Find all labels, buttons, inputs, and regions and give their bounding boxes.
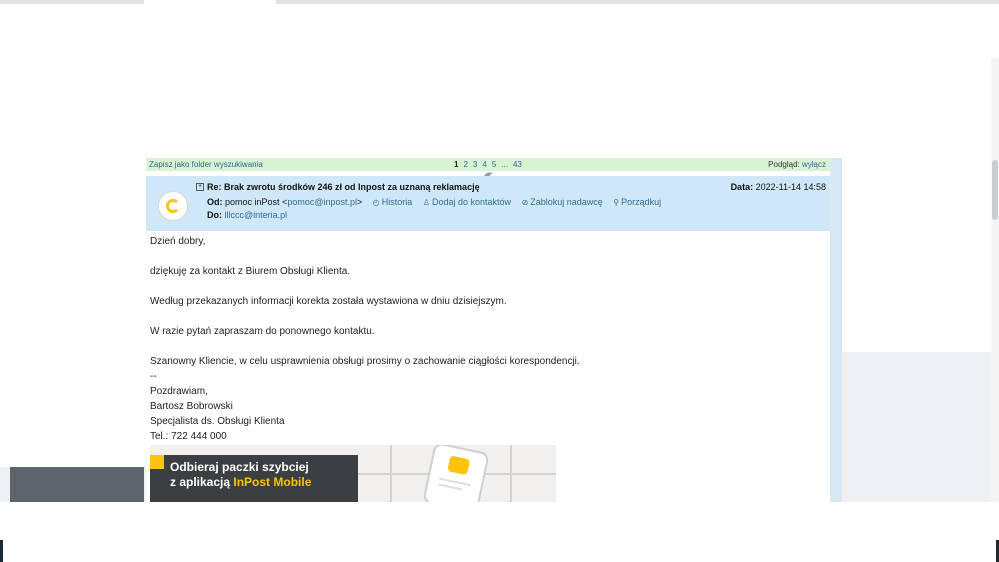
page-2[interactable]: 2: [463, 158, 467, 171]
history-label: Historia: [381, 197, 413, 207]
message-date: Data: 2022-11-14 14:58: [731, 182, 826, 192]
from-row: Od: pomoc inPost <pomoc@inpost.pl> ◴ Hist…: [207, 197, 661, 207]
sun-logo-icon: [166, 199, 180, 213]
banner-line-2-prefix: z aplikacją: [170, 475, 234, 489]
broom-icon: ⚲: [613, 198, 620, 207]
page-43[interactable]: 43: [513, 158, 522, 171]
top-tab: [144, 0, 276, 4]
left-edge: [0, 540, 3, 562]
expand-icon[interactable]: +: [196, 183, 204, 191]
left-dark-panel: [10, 467, 144, 502]
from-email-link[interactable]: pomoc@inpost.pl: [287, 197, 357, 207]
body-line-4: Szanowny Kliencie, w celu usprawnienia o…: [150, 356, 580, 367]
page-4[interactable]: 4: [482, 158, 486, 171]
from-label: Od:: [207, 197, 223, 207]
signature-position: Specjalista ds. Obsługi Klienta: [150, 416, 285, 427]
message-subject: Re: Brak zwrotu środków 246 zł od Inpost…: [207, 182, 480, 192]
page-5[interactable]: 5: [492, 158, 496, 171]
to-email-link[interactable]: lllccc@interia.pl: [225, 210, 288, 220]
person-add-icon: ♙: [422, 198, 430, 207]
banner-yellow-accent: [150, 455, 164, 469]
pager: 1 2 3 4 5 ... 43: [454, 158, 522, 171]
phone-mockup-image: [422, 445, 490, 502]
block-sender-button[interactable]: ⊘ Zablokuj nadawcę: [522, 197, 603, 207]
to-label: Do:: [207, 210, 222, 220]
block-sender-label: Zablokuj nadawcę: [530, 197, 603, 207]
page-3[interactable]: 3: [473, 158, 477, 171]
right-background: [842, 352, 999, 502]
body-greeting: Dzień dobry,: [150, 236, 206, 247]
date-value: 2022-11-14 14:58: [755, 182, 826, 192]
add-contact-button[interactable]: ♙ Dodaj do kontaktów: [423, 197, 511, 207]
signature-separator: --: [150, 371, 157, 382]
phone-line: [438, 483, 462, 491]
inpost-mobile-banner[interactable]: Odbieraj paczki szybciej z aplikacją InP…: [150, 445, 556, 502]
page-ellipsis: ...: [501, 160, 508, 169]
banner-app-name: InPost Mobile: [233, 475, 312, 489]
message-nav-bar: Zapisz jako folder wyszukiwania 1 2 3 4 …: [146, 158, 830, 171]
mail-viewer: Zapisz jako folder wyszukiwania 1 2 3 4 …: [146, 158, 842, 502]
page-1[interactable]: 1: [454, 158, 458, 171]
add-contact-label: Dodaj do kontaktów: [431, 197, 512, 207]
page-scrollbar-track[interactable]: [991, 58, 999, 502]
page-scrollbar-thumb[interactable]: [992, 160, 998, 220]
organize-label: Porządkuj: [621, 197, 662, 207]
banner-line-2: z aplikacją InPost Mobile: [170, 475, 358, 490]
banner-line-1: Odbieraj paczki szybciej: [170, 460, 309, 474]
signature-regards: Pozdrawiam,: [150, 386, 208, 397]
from-name: pomoc inPost <: [225, 197, 288, 207]
block-icon: ⊘: [521, 198, 529, 207]
date-label: Data:: [730, 182, 754, 192]
preview-label: Podgląd:: [768, 160, 800, 169]
body-line-1: dziękuję za kontakt z Biurem Obsługi Kli…: [150, 266, 351, 277]
signature-phone: Tel.: 722 444 000: [150, 431, 227, 442]
message-header: + Re: Brak zwrotu środków 246 zł od Inpo…: [146, 176, 830, 231]
body-line-3: W razie pytań zapraszam do ponownego kon…: [150, 326, 375, 337]
body-line-2: Według przekazanych informacji korekta z…: [150, 296, 507, 307]
signature-name: Bartosz Bobrowski: [150, 401, 233, 412]
clock-icon: ◴: [372, 198, 380, 207]
banner-text-block: Odbieraj paczki szybciej z aplikacją InP…: [150, 455, 358, 502]
to-row: Do: lllccc@interia.pl: [207, 210, 287, 220]
save-search-folder-link[interactable]: Zapisz jako folder wyszukiwania: [149, 158, 263, 171]
history-button[interactable]: ◴ Historia: [373, 197, 413, 207]
app-mascot-icon: [447, 455, 471, 476]
organize-button[interactable]: ⚲ Porządkuj: [613, 197, 661, 207]
preview-toggle: Podgląd: wyłącz: [768, 158, 826, 171]
from-close: >: [356, 197, 363, 207]
preview-off-link[interactable]: wyłącz: [802, 160, 826, 169]
sender-avatar: [158, 191, 188, 221]
